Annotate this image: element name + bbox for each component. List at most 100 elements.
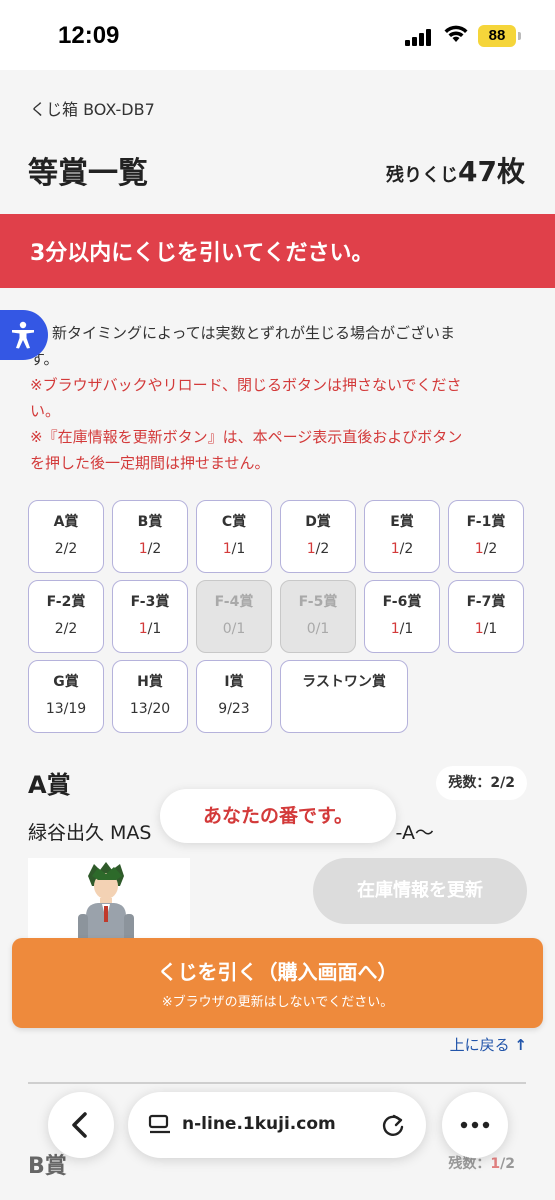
prize-cell-count: 13/19 [29, 701, 103, 717]
prize-cell[interactable]: H賞 13/20 [112, 660, 188, 733]
prize-cell[interactable]: F-5賞 0/1 [280, 580, 356, 653]
back-to-top-link[interactable]: 上に戻る ↑ [450, 1034, 527, 1055]
prize-cell-count: 1/2 [365, 541, 439, 557]
more-dots-icon [460, 1121, 490, 1129]
status-time: 12:09 [58, 22, 120, 49]
prize-cell[interactable]: A賞 2/2 [28, 500, 104, 573]
reader-icon [148, 1114, 170, 1134]
prize-cell[interactable]: B賞 1/2 [112, 500, 188, 573]
prize-cell-count: 1/1 [113, 621, 187, 637]
your-turn-toast: あなたの番です。 [160, 789, 396, 843]
prize-cell[interactable]: F-2賞 2/2 [28, 580, 104, 653]
prize-total-count: /20 [147, 701, 171, 717]
prize-total-count: /1 [147, 621, 162, 637]
accessibility-icon [12, 321, 34, 349]
more-button[interactable] [442, 1092, 508, 1158]
prize-total-count: /1 [315, 621, 330, 637]
accessibility-button[interactable] [0, 310, 48, 360]
prize-total-count: /1 [399, 621, 414, 637]
page: くじ箱 BOX-DB7 等賞一覧 残りくじ47枚 3分以内にくじを引いてください… [0, 70, 555, 1200]
prize-cell-count: 0/1 [197, 621, 271, 637]
remaining-badge-a: 残数：2/2 [436, 766, 527, 800]
wifi-icon [444, 25, 468, 42]
prize-total-count: /2 [399, 541, 414, 557]
prize-cell[interactable]: F-6賞 1/1 [364, 580, 440, 653]
prize-total-count: /1 [231, 621, 246, 637]
prize-cell-name: F-1賞 [466, 514, 506, 530]
prize-cell[interactable]: E賞 1/2 [364, 500, 440, 573]
draw-lottery-button[interactable]: くじを引く（購入画面へ） ※ブラウザの更新はしないでください。 [12, 938, 543, 1028]
prize-cell[interactable]: D賞 1/2 [280, 500, 356, 573]
prize-cell[interactable]: F-7賞 1/1 [448, 580, 524, 653]
remaining-tickets: 残りくじ47枚 [386, 150, 525, 190]
prize-left-count: 2 [54, 541, 64, 557]
prize-cell-count: 13/20 [113, 701, 187, 717]
section-title-a: A賞 [28, 771, 71, 799]
notice-line: す。 [30, 350, 59, 368]
prize-left-count: 1 [138, 621, 148, 637]
prize-cell-name: H賞 [137, 674, 163, 690]
battery-icon: 88 [478, 25, 521, 47]
prize-cell[interactable]: I賞 9/23 [196, 660, 272, 733]
prize-cell[interactable]: C賞 1/1 [196, 500, 272, 573]
prize-left-count: 0 [222, 621, 232, 637]
prize-left-count: 13 [129, 701, 148, 717]
prize-cell-count: 9/23 [197, 701, 271, 717]
prize-cell-name: F-6賞 [382, 594, 422, 610]
prize-total-count: /1 [483, 621, 498, 637]
prize-total-count: /2 [483, 541, 498, 557]
cellular-signal-icon [405, 28, 435, 46]
remaining-count: 47枚 [458, 155, 525, 188]
refresh-stock-button[interactable]: 在庫情報を更新 [313, 858, 527, 924]
prize-left-count: 1 [306, 541, 316, 557]
prize-cell-count: 0/1 [281, 621, 355, 637]
prize-cell-count: 1/1 [365, 621, 439, 637]
prize-cell[interactable]: ラストワン賞 [280, 660, 408, 733]
status-bar: 12:09 88 [0, 0, 555, 70]
prize-left-count: 1 [390, 541, 400, 557]
warning-line: ※『在庫情報を更新ボタン』は、本ページ表示直後およびボタン [30, 428, 463, 446]
prize-figure-image [28, 858, 190, 948]
prize-left-count: 13 [45, 701, 64, 717]
prize-left-count: 1 [474, 621, 484, 637]
url-text: n-line.1kuji.com [182, 1114, 336, 1134]
prize-cell[interactable]: F-1賞 1/2 [448, 500, 524, 573]
prize-cell-count: 2/2 [29, 621, 103, 637]
back-button[interactable] [48, 1092, 114, 1158]
prize-cell-count: 1/1 [449, 621, 523, 637]
prize-name-tail: -A〜 [395, 822, 434, 844]
warning-line: ※ブラウザバックやリロード、閉じるボタンは押さないでくださ [30, 376, 462, 394]
draw-button-note: ※ブラウザの更新はしないでください。 [161, 995, 394, 1010]
prize-left-count: 1 [222, 541, 232, 557]
prize-cell-name: C賞 [221, 514, 247, 530]
prize-total-count: /2 [63, 621, 78, 637]
prize-cell[interactable]: F-4賞 0/1 [196, 580, 272, 653]
prize-cell-name: F-7賞 [466, 594, 506, 610]
browser-toolbar: n-line.1kuji.com [0, 1076, 555, 1186]
draw-button-label: くじを引く（購入画面へ） [157, 960, 398, 984]
prize-cell-count: 1/2 [449, 541, 523, 557]
reload-icon[interactable] [380, 1112, 406, 1138]
prize-cell-name: B賞 [137, 514, 163, 530]
prize-cell-name: G賞 [53, 674, 79, 690]
prize-cell-name: ラストワン賞 [302, 674, 386, 690]
prize-left-count: 1 [138, 541, 148, 557]
prize-left-count: 9 [218, 701, 228, 717]
prize-cell-name: F-4賞 [214, 594, 254, 610]
prize-cell[interactable]: G賞 13/19 [28, 660, 104, 733]
page-title: 等賞一覧 [28, 156, 148, 191]
prize-left-count: 2 [54, 621, 64, 637]
prize-cell-count: 1/1 [197, 541, 271, 557]
prize-left-count: 1 [390, 621, 400, 637]
arrow-up-icon: ↑ [514, 1036, 527, 1054]
prize-total-count: /2 [63, 541, 78, 557]
address-bar[interactable]: n-line.1kuji.com [128, 1092, 426, 1158]
prize-cell-name: A賞 [53, 514, 79, 530]
chevron-left-icon [72, 1112, 87, 1138]
prize-cell-count: 1/2 [113, 541, 187, 557]
prize-total-count: /2 [147, 541, 162, 557]
time-limit-banner: 3分以内にくじを引いてください。 [0, 214, 555, 288]
prize-cell[interactable]: F-3賞 1/1 [112, 580, 188, 653]
prize-left-count: 1 [474, 541, 484, 557]
prize-left-count: 0 [306, 621, 316, 637]
